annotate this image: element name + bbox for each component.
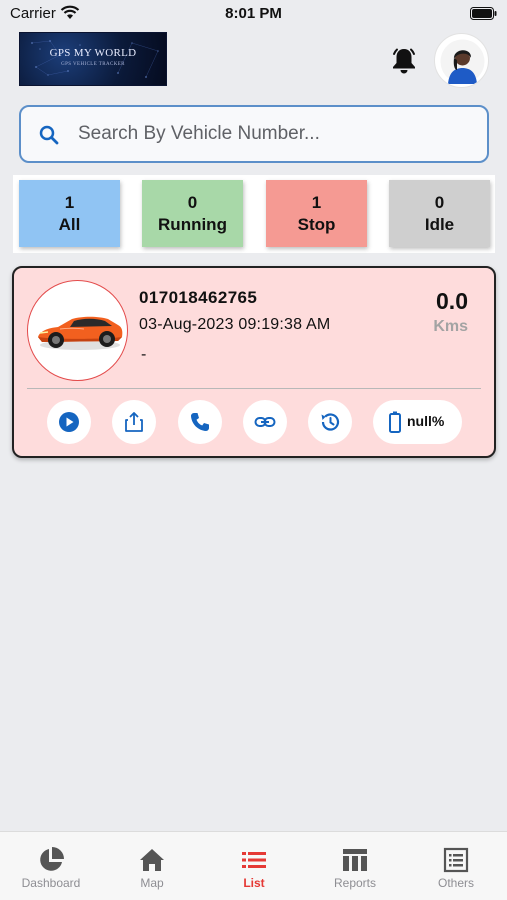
tab-label: Map — [140, 876, 164, 890]
search-bar[interactable] — [19, 105, 489, 163]
car-icon — [38, 316, 123, 350]
play-icon — [59, 412, 79, 432]
filter-label: Idle — [424, 215, 455, 234]
battery-percentage: null% — [407, 413, 445, 429]
status-filter-bar: 1 All 0 Running 1 Stop 0 Idle — [13, 175, 495, 253]
logo-title: GPS MY WORLD — [49, 47, 137, 59]
filter-running[interactable]: 0 Running — [142, 180, 243, 247]
bottom-tab-bar: Dashboard Map List Reports Others — [0, 831, 507, 900]
profile-avatar-button[interactable] — [434, 33, 489, 88]
tab-list[interactable]: List — [203, 832, 305, 900]
history-icon — [321, 413, 340, 431]
status-time: 8:01 PM — [225, 5, 282, 22]
vehicle-address: - — [141, 346, 147, 363]
notifications-button[interactable] — [388, 45, 420, 77]
filter-all[interactable]: 1 All — [19, 180, 120, 247]
card-divider — [27, 388, 481, 389]
world-map-graphic — [31, 40, 159, 78]
history-button[interactable] — [308, 400, 352, 444]
call-button[interactable] — [178, 400, 222, 444]
tab-dashboard[interactable]: Dashboard — [0, 832, 102, 900]
tab-label: List — [243, 876, 265, 890]
vehicle-number: 017018462765 — [139, 288, 258, 307]
filter-label: All — [58, 215, 81, 234]
filter-idle[interactable]: 0 Idle — [389, 180, 490, 247]
user-avatar — [440, 39, 485, 84]
search-input[interactable] — [78, 116, 473, 152]
share-button[interactable] — [112, 400, 156, 444]
tab-label: Others — [437, 876, 474, 890]
filter-label: Stop — [297, 215, 336, 234]
logo-subtitle: GPS VEHICLE TRACKER — [61, 62, 125, 67]
play-button[interactable] — [47, 400, 91, 444]
vehicle-card[interactable]: 017018462765 03-Aug-2023 09:19:38 AM - 0… — [12, 266, 496, 458]
distance-value: 0.0 — [436, 288, 468, 314]
filter-count: 0 — [434, 193, 445, 212]
filter-count: 1 — [311, 193, 322, 212]
link-button[interactable] — [243, 400, 287, 444]
tab-label: Reports — [333, 876, 377, 890]
tab-others[interactable]: Others — [405, 832, 507, 900]
link-icon — [254, 417, 276, 427]
filter-label: Running — [158, 215, 227, 234]
distance-unit: Kms — [433, 318, 468, 335]
list-icon — [242, 852, 266, 868]
filter-count: 0 — [187, 193, 198, 212]
status-bar: Carrier 8:01 PM — [0, 0, 507, 28]
share-icon — [125, 412, 143, 432]
filter-stop[interactable]: 1 Stop — [266, 180, 367, 247]
phone-icon — [191, 413, 209, 431]
vehicle-image — [27, 280, 128, 381]
tab-map[interactable]: Map — [101, 832, 203, 900]
filter-count: 1 — [64, 193, 75, 212]
battery-status-icon — [470, 7, 497, 20]
battery-icon — [389, 411, 401, 433]
app-logo: GPS MY WORLD GPS VEHICLE TRACKER — [19, 32, 167, 86]
tab-label: Dashboard — [21, 876, 81, 890]
vehicle-timestamp: 03-Aug-2023 09:19:38 AM — [139, 316, 331, 333]
table-icon — [343, 849, 367, 871]
tab-reports[interactable]: Reports — [304, 832, 406, 900]
pie-chart-icon — [40, 847, 64, 871]
bell-icon — [393, 48, 415, 74]
battery-level[interactable]: null% — [373, 400, 462, 444]
search-icon — [39, 125, 59, 145]
home-icon — [140, 849, 164, 871]
document-list-icon — [443, 847, 469, 873]
